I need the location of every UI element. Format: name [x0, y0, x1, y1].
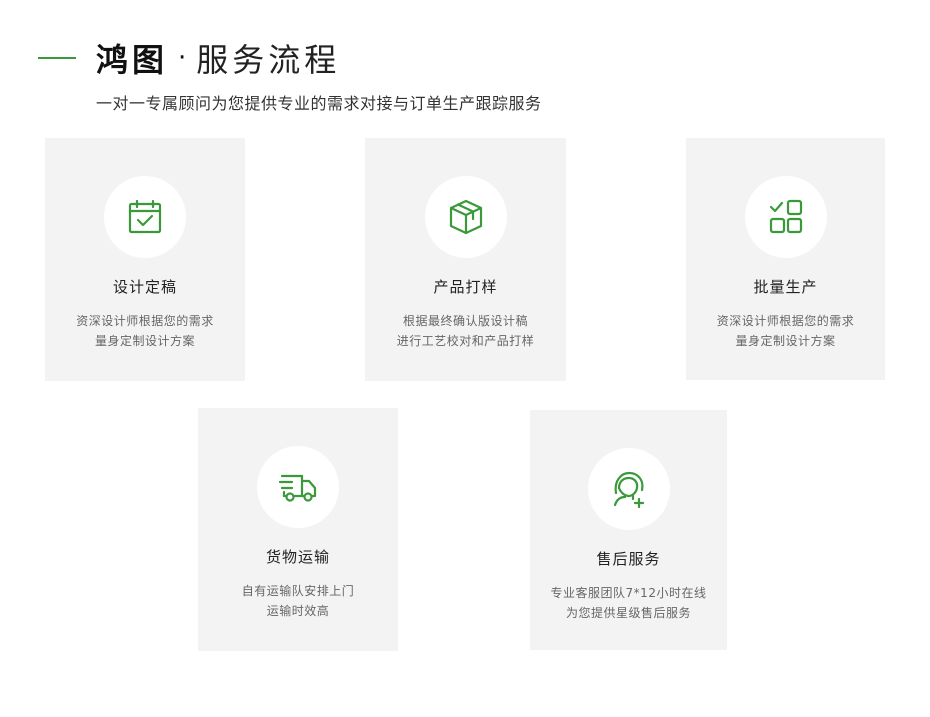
card-title: 产品打样 — [433, 278, 498, 296]
card-title: 货物运输 — [265, 548, 330, 566]
card-description: 资深设计师根据您的需求 量身定制设计方案 — [717, 311, 855, 351]
card-title: 售后服务 — [596, 550, 661, 568]
card-description: 根据最终确认版设计稿 进行工艺校对和产品打样 — [397, 311, 535, 351]
page-title: 鸿图 · 服务流程 — [96, 34, 340, 82]
service-card-sampling: 产品打样 根据最终确认版设计稿 进行工艺校对和产品打样 — [365, 138, 566, 381]
icon-circle — [587, 448, 670, 530]
card-description: 自有运输队安排上门 运输时效高 — [242, 581, 355, 621]
card-desc-line: 运输时效高 — [266, 604, 330, 618]
card-desc-line: 资深设计师根据您的需求 — [76, 314, 214, 328]
card-desc-line: 自有运输队安排上门 — [241, 584, 355, 598]
title-text: 服务流程 — [196, 41, 341, 79]
service-card-design: 设计定稿 资深设计师根据您的需求 量身定制设计方案 — [45, 138, 245, 381]
service-card-after-sales: 售后服务 专业客服团队7*12小时在线 为您提供星级售后服务 — [530, 410, 727, 650]
header-accent-line — [38, 57, 76, 59]
card-desc-line: 专业客服团队7*12小时在线 — [550, 586, 707, 600]
service-card-shipping: 货物运输 自有运输队安排上门 运输时效高 — [198, 408, 398, 651]
icon-circle — [744, 176, 827, 258]
truck-icon — [278, 474, 317, 502]
box-icon — [449, 199, 482, 235]
title-separator: · — [178, 43, 187, 73]
card-description: 专业客服团队7*12小时在线 为您提供星级售后服务 — [551, 583, 707, 623]
icon-circle — [424, 176, 507, 258]
icon-circle — [257, 446, 339, 528]
card-desc-line: 量身定制设计方案 — [735, 334, 836, 348]
calendar-check-icon — [128, 199, 162, 234]
card-title: 批量生产 — [753, 278, 818, 296]
card-desc-line: 量身定制设计方案 — [94, 334, 195, 348]
page-subtitle: 一对一专属顾问为您提供专业的需求对接与订单生产跟踪服务 — [96, 94, 542, 113]
customer-service-icon — [613, 471, 644, 509]
card-desc-line: 根据最终确认版设计稿 — [402, 314, 528, 328]
title-brand: 鸿图 — [96, 41, 169, 79]
card-desc-line: 为您提供星级售后服务 — [565, 606, 691, 620]
card-title: 设计定稿 — [112, 278, 177, 296]
grid-check-icon — [769, 199, 802, 234]
service-card-production: 批量生产 资深设计师根据您的需求 量身定制设计方案 — [686, 138, 885, 380]
card-desc-line: 进行工艺校对和产品打样 — [396, 334, 535, 348]
card-desc-line: 资深设计师根据您的需求 — [716, 314, 855, 328]
icon-circle — [104, 176, 186, 258]
card-description: 资深设计师根据您的需求 量身定制设计方案 — [76, 311, 214, 351]
